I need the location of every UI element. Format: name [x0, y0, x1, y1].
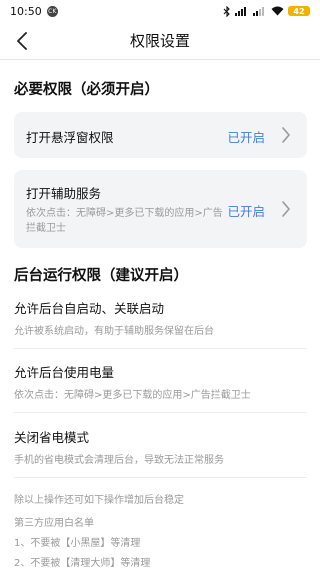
- page-title: 权限设置: [129, 32, 190, 50]
- signal-icon: [235, 7, 246, 16]
- divider: [14, 348, 307, 349]
- battery-usage-desc: 依次点击：无障碍>更多已下载的应用>广告拦截卫士: [14, 390, 251, 401]
- wifi-icon: [271, 6, 284, 16]
- accessibility-service-card[interactable]: 打开辅助服务 依次点击：无障碍>更多已下载的应用>广告拦截卫士 已开启: [14, 170, 307, 248]
- power-saving-desc: 手机的省电模式会清理后台，导致无法正常服务: [14, 455, 224, 466]
- accessibility-desc: 依次点击：无障碍>更多已下载的应用>广告拦截卫士: [26, 208, 223, 234]
- battery-icon: 42: [288, 6, 310, 16]
- note-item-1: 1、不要被【小黑屋】等清理: [14, 538, 141, 549]
- chevron-left-icon: [17, 32, 27, 50]
- power-saving-title: 关闭省电模式: [14, 430, 90, 445]
- notification-badge-icon: CK: [46, 5, 58, 17]
- float-window-status: 已开启: [227, 130, 265, 145]
- accessibility-status: 已开启: [227, 204, 265, 219]
- stability-note: 除以上操作还可如下操作增加后台稳定: [14, 495, 184, 506]
- background-section-title: 后台运行权限（建议开启）: [14, 268, 188, 284]
- divider: [14, 477, 307, 478]
- accessibility-label: 打开辅助服务: [26, 186, 102, 201]
- status-bar: 10:50 CK 42: [0, 0, 320, 22]
- back-button[interactable]: [10, 22, 34, 60]
- chevron-right-icon: [282, 201, 290, 217]
- chevron-right-icon: [282, 127, 290, 143]
- required-section-title: 必要权限（必须开启）: [14, 82, 159, 98]
- whitelist-note: 第三方应用白名单: [14, 518, 94, 529]
- status-time: 10:50: [10, 4, 42, 18]
- signal-2-icon: [253, 7, 264, 16]
- battery-usage-title: 允许后台使用电量: [14, 365, 115, 380]
- float-window-label: 打开悬浮窗权限: [26, 130, 114, 145]
- autostart-desc: 允许被系统启动，有助于辅助服务保留在后台: [14, 326, 214, 337]
- bluetooth-icon: [223, 5, 230, 17]
- divider: [14, 412, 307, 413]
- nav-bar: 权限设置: [0, 22, 320, 60]
- float-window-permission-card[interactable]: 打开悬浮窗权限 已开启: [14, 112, 307, 158]
- note-item-2: 2、不要被【清理大师】等清理: [14, 558, 151, 569]
- autostart-title: 允许后台自启动、关联启动: [14, 301, 165, 316]
